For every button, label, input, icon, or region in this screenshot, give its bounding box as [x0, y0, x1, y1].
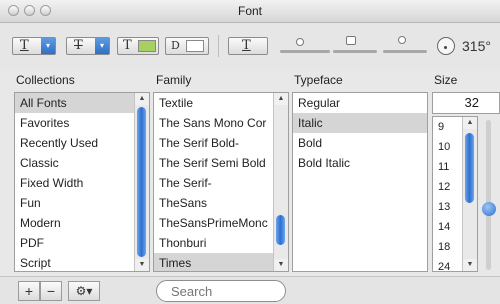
size-slider-knob[interactable]	[482, 202, 496, 216]
collection-item[interactable]: Modern	[15, 213, 149, 233]
strikethrough-menu-arrow-icon[interactable]: ▾	[95, 38, 109, 54]
search-input[interactable]	[169, 283, 283, 300]
family-item[interactable]: Textile	[154, 93, 288, 113]
typeface-item[interactable]: Regular	[293, 93, 427, 113]
text-color-button[interactable]: T	[117, 37, 159, 55]
family-item[interactable]: The Serif Bold-	[154, 133, 288, 153]
add-collection-button[interactable]: +	[18, 281, 40, 301]
underline-button[interactable]: T ▾	[12, 37, 56, 55]
remove-collection-button[interactable]: −	[40, 281, 62, 301]
shadow-angle-value: 315°	[462, 38, 491, 54]
offset-icon	[398, 36, 406, 44]
family-item[interactable]: The Sans Mono Cor	[154, 113, 288, 133]
slider-track	[280, 50, 330, 53]
collection-item[interactable]: PDF	[15, 233, 149, 253]
scroll-thumb[interactable]	[276, 215, 285, 245]
underline-menu-arrow-icon[interactable]: ▾	[41, 38, 55, 54]
underline-icon: T	[20, 38, 29, 53]
family-item[interactable]: The Serif-	[154, 173, 288, 193]
typeface-header: Typeface	[294, 73, 343, 87]
strikethrough-icon: T	[74, 38, 83, 53]
document-icon: D	[171, 39, 180, 52]
typeface-item[interactable]: Italic	[293, 113, 427, 133]
scroll-thumb[interactable]	[137, 107, 146, 257]
title-bar: Font	[0, 0, 500, 23]
collection-item[interactable]: Script	[15, 253, 149, 271]
slider-track	[333, 50, 377, 53]
font-effects-toolbar: T ▾ T ▾ T D T 315°	[0, 23, 500, 69]
family-item[interactable]: Thonburi	[154, 233, 288, 253]
action-menu-button[interactable]: ⚙▾	[68, 281, 100, 301]
size-header: Size	[434, 73, 458, 87]
collection-item[interactable]: All Fonts	[15, 93, 149, 113]
font-panel-window: Font T ▾ T ▾ T D T 315° Collections Fami…	[0, 0, 500, 304]
scroll-thumb[interactable]	[465, 133, 474, 203]
text-color-swatch	[138, 40, 156, 52]
strikethrough-button[interactable]: T ▾	[66, 37, 110, 55]
family-scrollbar[interactable]: ▲ ▼	[273, 93, 288, 271]
opacity-icon	[296, 38, 304, 46]
slider-track	[383, 50, 427, 53]
collection-item[interactable]: Fun	[15, 193, 149, 213]
scroll-up-icon[interactable]: ▲	[463, 117, 477, 129]
shadow-icon: T	[242, 38, 251, 53]
family-item[interactable]: TheSansPrimeMonc	[154, 213, 288, 233]
search-field[interactable]	[156, 280, 286, 302]
blur-icon	[346, 36, 356, 45]
window-title: Font	[237, 4, 262, 18]
scroll-up-icon[interactable]: ▲	[135, 93, 149, 105]
collection-item[interactable]: Recently Used	[15, 133, 149, 153]
toolbar-divider	[218, 35, 219, 57]
typeface-item[interactable]: Bold	[293, 133, 427, 153]
text-color-icon: T	[123, 38, 132, 53]
collection-item[interactable]: Classic	[15, 153, 149, 173]
family-item[interactable]: Times	[154, 253, 288, 271]
family-list[interactable]: Textile The Sans Mono Cor The Serif Bold- T…	[153, 92, 289, 272]
size-field[interactable]: 32	[432, 92, 500, 114]
size-slider-track[interactable]	[486, 120, 491, 270]
size-scrollbar[interactable]: ▲ ▼	[462, 117, 477, 271]
scroll-down-icon[interactable]: ▼	[463, 259, 477, 271]
collections-header: Collections	[16, 73, 75, 87]
collection-item[interactable]: Favorites	[15, 113, 149, 133]
collections-scrollbar[interactable]: ▲ ▼	[134, 93, 149, 271]
scroll-up-icon[interactable]: ▲	[274, 93, 288, 105]
shadow-angle-dial[interactable]	[437, 37, 455, 55]
bottom-bar: + − ⚙▾	[0, 276, 500, 304]
scroll-down-icon[interactable]: ▼	[274, 259, 288, 271]
document-color-button[interactable]: D	[165, 37, 209, 55]
family-item[interactable]: TheSans	[154, 193, 288, 213]
typeface-list[interactable]: Regular Italic Bold Bold Italic	[292, 92, 428, 272]
family-item[interactable]: The Serif Semi Bold	[154, 153, 288, 173]
scroll-down-icon[interactable]: ▼	[135, 259, 149, 271]
collections-list[interactable]: All Fonts Favorites Recently Used Classic Fi…	[14, 92, 150, 272]
family-header: Family	[156, 73, 192, 87]
typeface-item[interactable]: Bold Italic	[293, 153, 427, 173]
shadow-button[interactable]: T	[228, 37, 268, 55]
document-color-swatch	[186, 40, 204, 52]
collection-item[interactable]: Fixed Width	[15, 173, 149, 193]
size-list[interactable]: 9 10 11 12 13 14 18 24 ▲ ▼	[432, 116, 478, 272]
